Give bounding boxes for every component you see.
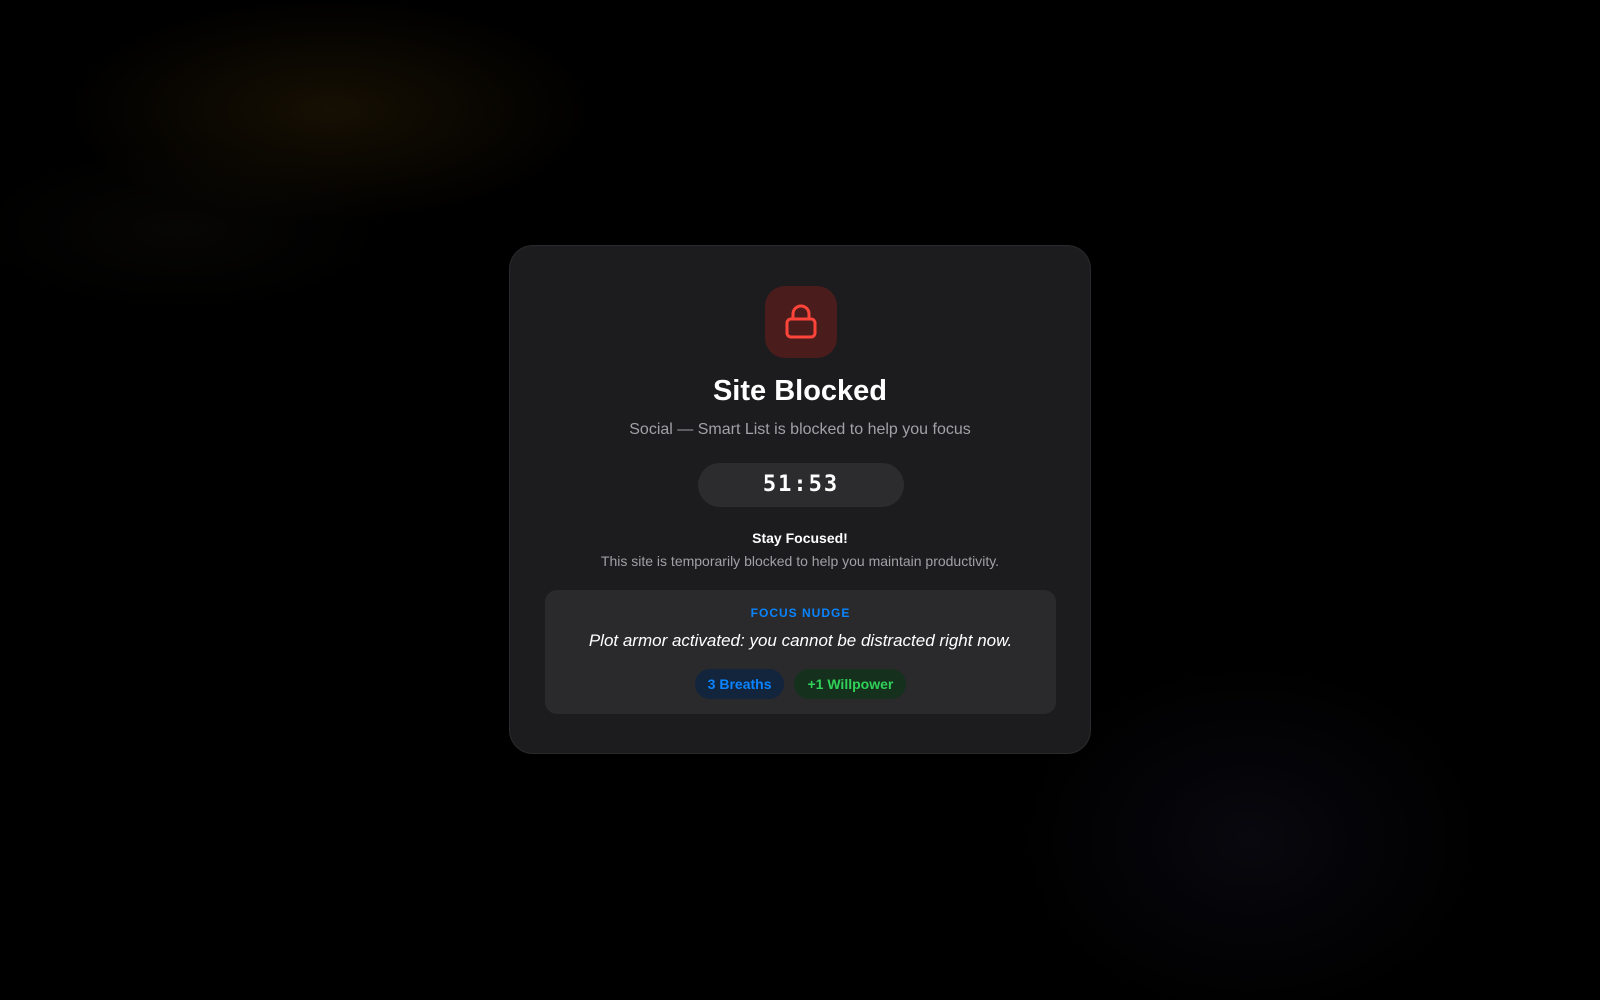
site-blocked-modal: Site Blocked Social — Smart List is bloc… xyxy=(509,245,1091,754)
focus-nudge-quote: Plot armor activated: you cannot be dist… xyxy=(588,631,1013,650)
focus-nudge-card: FOCUS NUDGE Plot armor activated: you ca… xyxy=(545,590,1056,714)
blocked-subtitle: Social — Smart List is blocked to help y… xyxy=(629,421,971,438)
countdown-timer: 51:53 xyxy=(698,463,904,507)
page-title: Site Blocked xyxy=(712,375,888,407)
willpower-badge: +1 Willpower xyxy=(794,669,907,699)
lock-icon xyxy=(785,304,817,339)
stay-focused-description: This site is temporarily blocked to help… xyxy=(600,553,1000,569)
lock-icon-tile xyxy=(765,286,837,358)
reward-badges: 3 Breaths +1 Willpower xyxy=(545,669,1056,699)
focus-nudge-label: FOCUS NUDGE xyxy=(750,606,851,620)
stay-focused-heading: Stay Focused! xyxy=(752,530,848,546)
breaths-badge: 3 Breaths xyxy=(694,669,785,699)
